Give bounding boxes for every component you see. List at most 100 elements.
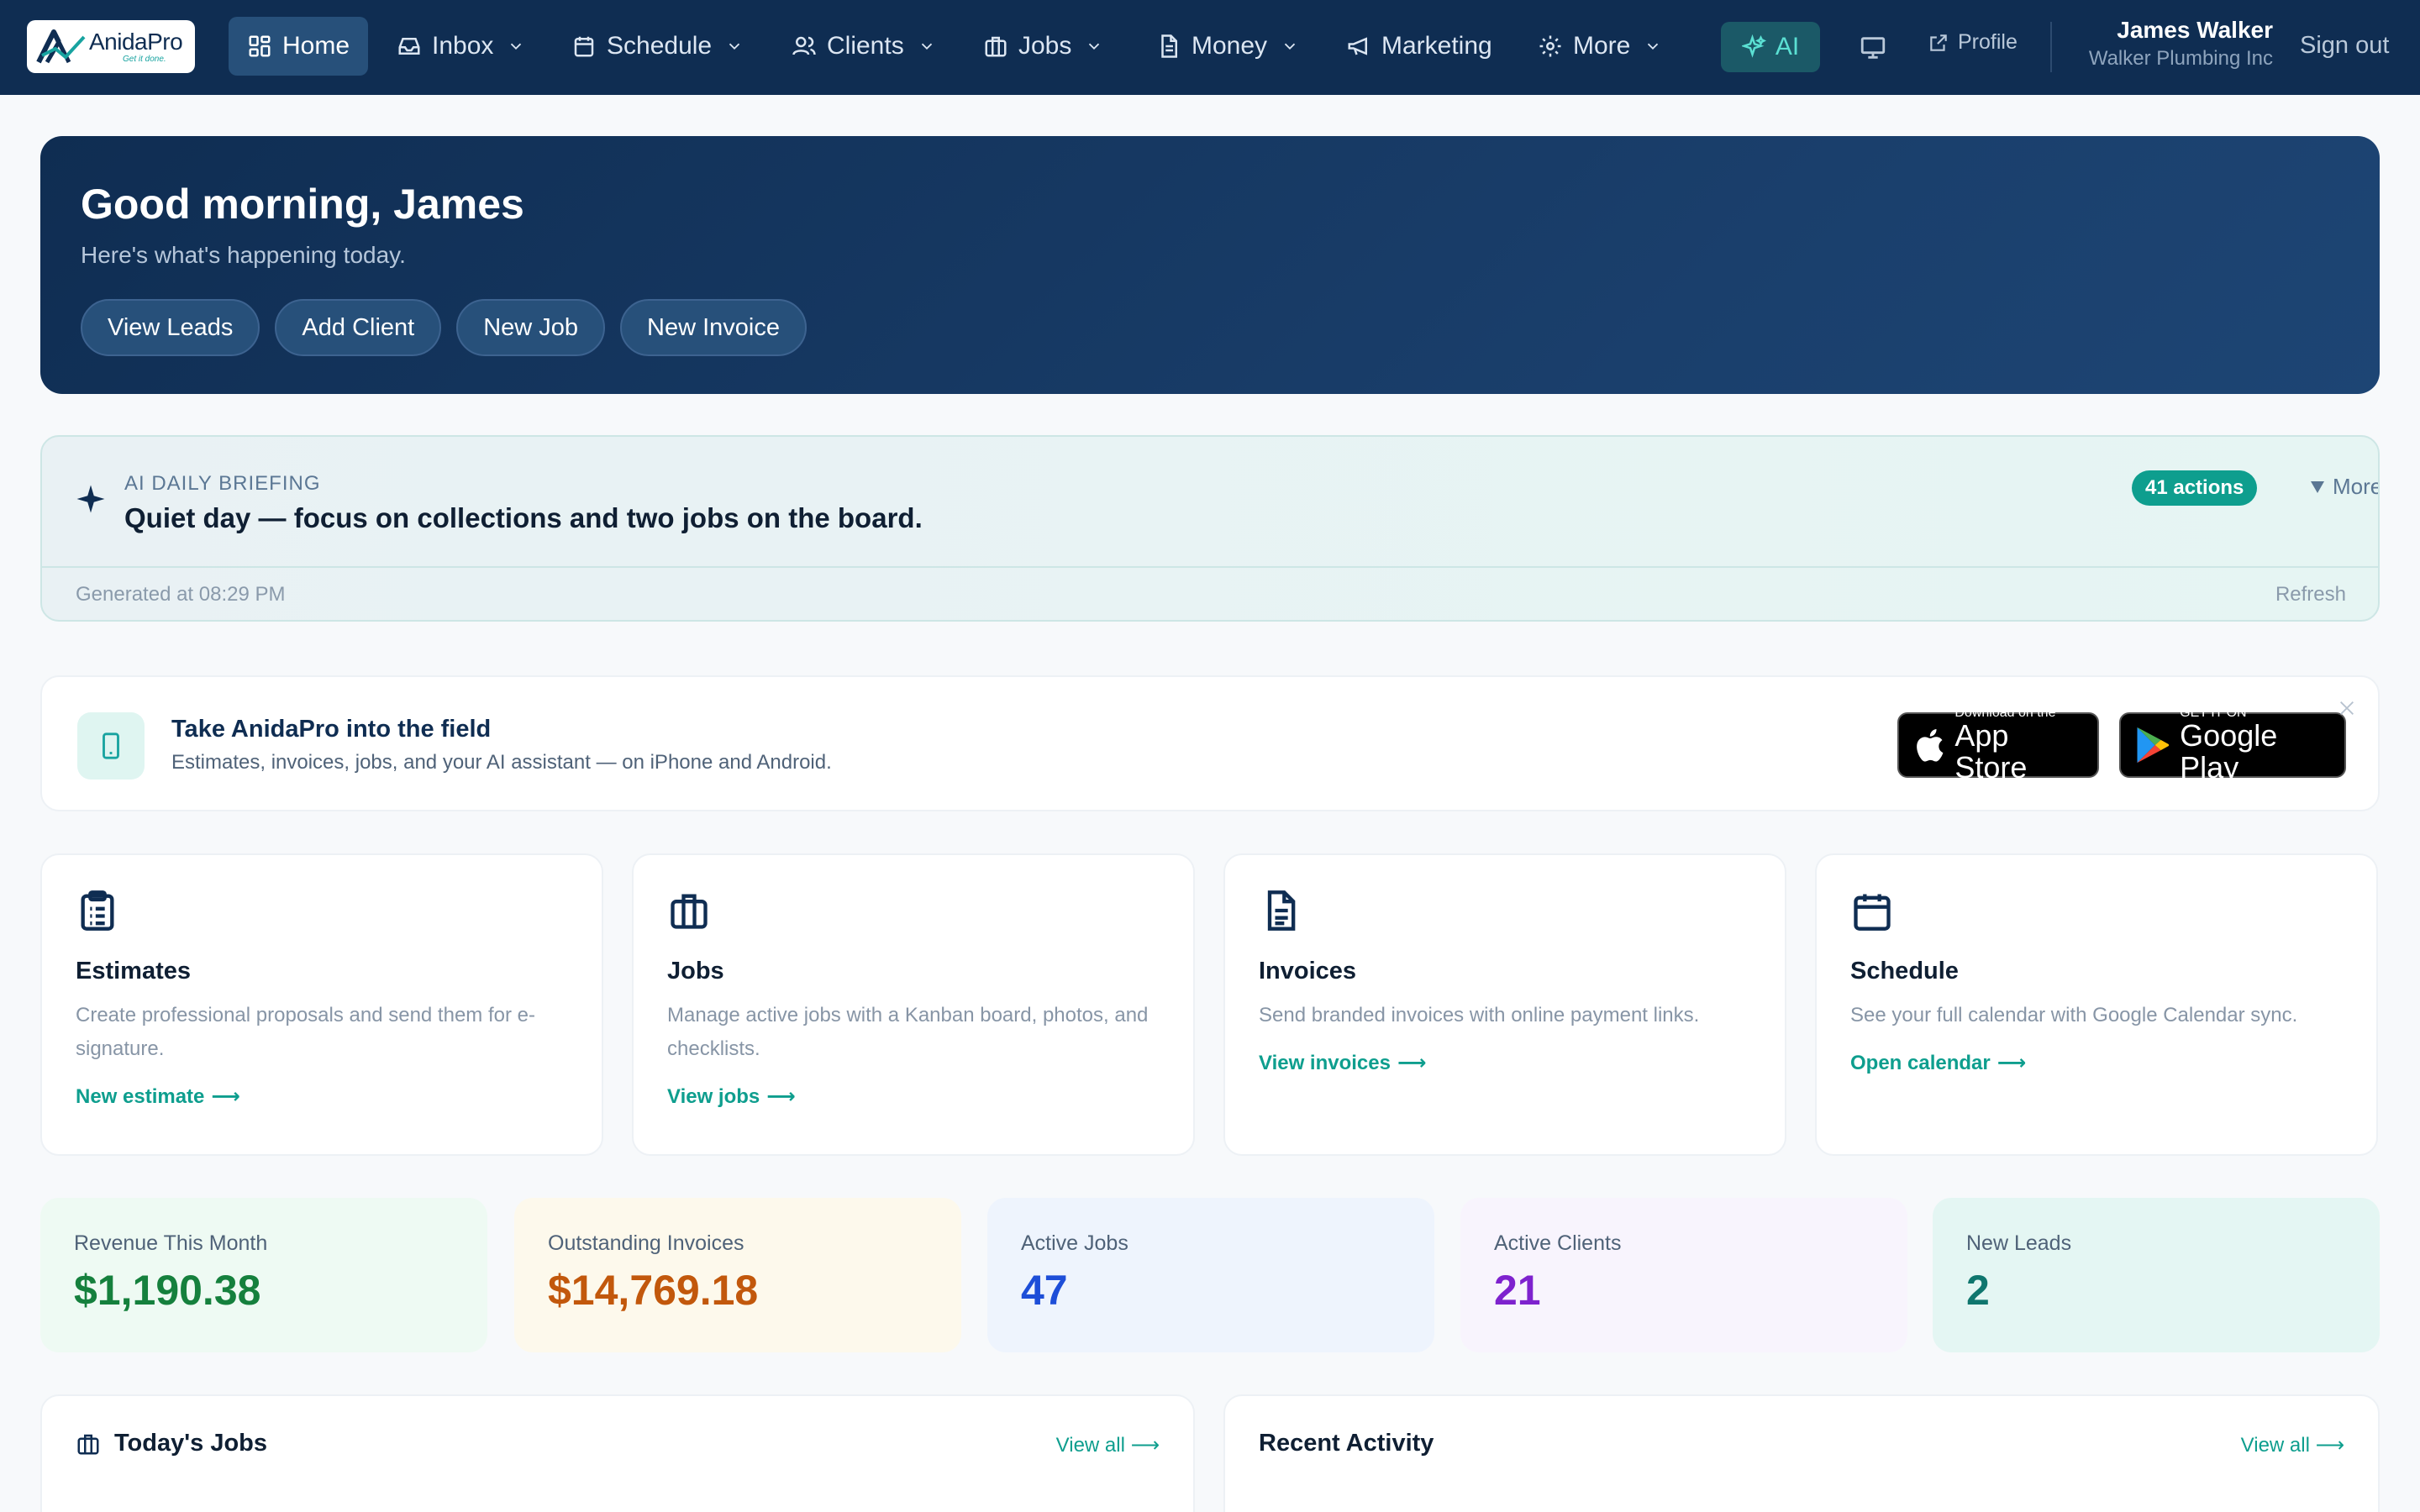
new-invoice-button[interactable]: New Invoice [620, 299, 808, 356]
ai-daily-briefing: AI DAILY BRIEFING Quiet day — focus on c… [40, 435, 2380, 622]
brand-name: AnidaPro [89, 28, 183, 55]
chevron-down-icon [921, 43, 932, 50]
briefcase-icon [77, 1434, 99, 1454]
nav-more-label: More [1573, 32, 1631, 60]
feature-description: Manage active jobs with a Kanban board, … [667, 1004, 1149, 1060]
view-all-activity-link[interactable]: View all ⟶ [2241, 1433, 2344, 1457]
calendar-icon [1850, 889, 1894, 932]
nav-money-label: Money [1192, 32, 1268, 60]
view-invoices-link[interactable]: View invoices ⟶ [1259, 1051, 1751, 1075]
briefing-refresh-button[interactable]: Refresh [2275, 583, 2346, 606]
stat-new-leads[interactable]: New Leads 2 [1933, 1198, 2380, 1352]
close-icon[interactable] [2338, 699, 2356, 717]
google-play-big-text: Google Play [2180, 718, 2278, 785]
view-all-label: View all [2240, 1434, 2310, 1457]
stat-label: Revenue This Month [74, 1231, 268, 1255]
nav-home[interactable]: Home [229, 17, 369, 76]
feature-link-label: View jobs [667, 1084, 760, 1108]
view-leads-button[interactable]: View Leads [81, 299, 260, 356]
stat-active-jobs[interactable]: Active Jobs 47 [987, 1198, 1434, 1352]
google-play-icon [2137, 727, 2170, 764]
document-icon [1161, 34, 1177, 58]
google-play-button[interactable]: GET IT ON Google Play [2119, 706, 2346, 783]
open-calendar-link[interactable]: Open calendar ⟶ [1850, 1051, 2343, 1075]
nav-schedule[interactable]: Schedule [553, 17, 762, 76]
stat-value: $14,769.18 [548, 1267, 759, 1314]
chevron-down-icon [1284, 43, 1296, 50]
nav-divider [2050, 22, 2052, 72]
arrow-right-icon: ⟶ [2315, 1434, 2344, 1457]
brand-tagline: Get it done. [123, 54, 166, 64]
view-jobs-link[interactable]: View jobs ⟶ [667, 1084, 1160, 1109]
arrow-right-icon: ⟶ [1397, 1052, 1427, 1074]
add-client-button[interactable]: Add Client [275, 299, 442, 356]
stat-label: New Leads [1966, 1231, 2072, 1255]
stat-outstanding-invoices[interactable]: Outstanding Invoices $14,769.18 [514, 1198, 961, 1352]
panel-title: Today's Jobs [114, 1430, 268, 1457]
feature-title: Schedule [1850, 958, 1959, 984]
panel-title: Recent Activity [1259, 1430, 1434, 1457]
feature-card-invoices: Invoices Send branded invoices with onli… [1223, 853, 1786, 1156]
stat-value: 47 [1021, 1267, 1068, 1314]
nav-clients[interactable]: Clients [773, 17, 955, 76]
sparkle-icon [76, 485, 105, 513]
new-job-button[interactable]: New Job [456, 299, 606, 356]
gear-icon [1539, 35, 1561, 57]
nav-inbox-label: Inbox [432, 32, 494, 60]
stat-label: Active Jobs [1021, 1231, 1128, 1255]
profile-link[interactable]: Profile [1928, 30, 2018, 55]
user-info: James Walker Walker Plumbing Inc [2089, 17, 2273, 71]
feature-description: See your full calendar with Google Calen… [1850, 1004, 2298, 1026]
clipboard-list-icon [76, 889, 119, 932]
caret-down-icon [2311, 480, 2324, 493]
feature-card-estimates: Estimates Create professional proposals … [40, 853, 603, 1156]
briefcase-icon [667, 889, 711, 932]
ai-button[interactable]: AI [1721, 22, 1820, 72]
feature-link-label: Open calendar [1850, 1051, 1991, 1074]
nav-marketing[interactable]: Marketing [1328, 17, 1511, 76]
top-navigation: AnidaPro Get it done. Home Inbox Schedul… [0, 0, 2420, 95]
stat-revenue-month[interactable]: Revenue This Month $1,190.38 [40, 1198, 487, 1352]
nav-money[interactable]: Money [1138, 17, 1318, 76]
stat-value: 2 [1966, 1267, 1990, 1314]
new-estimate-link[interactable]: New estimate ⟶ [76, 1084, 568, 1109]
app-store-button[interactable]: Download on the App Store [1897, 706, 2099, 783]
feature-title: Jobs [667, 958, 724, 984]
chevron-down-icon [511, 43, 522, 50]
brand-logo[interactable]: AnidaPro Get it done. [27, 20, 195, 73]
logo-mark-icon [36, 29, 86, 63]
panel-header: Today's Jobs [76, 1430, 267, 1457]
feature-description: Send branded invoices with online paymen… [1259, 1004, 1700, 1026]
nav-clients-label: Clients [827, 32, 904, 60]
briefing-body: AI DAILY BRIEFING Quiet day — focus on c… [42, 437, 2378, 566]
stat-value: 21 [1494, 1267, 1541, 1314]
briefing-more-toggle[interactable]: More [2311, 474, 2380, 500]
briefing-footer: Generated at 08:29 PM Refresh [42, 566, 2378, 620]
profile-label: Profile [1958, 30, 2018, 54]
chevron-down-icon [729, 43, 740, 50]
nav-jobs[interactable]: Jobs [965, 17, 1122, 76]
arrow-right-icon: ⟶ [1130, 1434, 1160, 1457]
view-all-jobs-link[interactable]: View all ⟶ [1056, 1433, 1160, 1457]
feature-title: Invoices [1259, 958, 1357, 984]
todays-jobs-panel: Today's Jobs View all ⟶ [40, 1394, 1195, 1512]
stat-active-clients[interactable]: Active Clients 21 [1460, 1198, 1907, 1352]
feature-link-label: New estimate [76, 1084, 205, 1108]
signout-button[interactable]: Sign out [2300, 32, 2389, 60]
greeting-title: Good morning, James [81, 181, 524, 228]
megaphone-icon [1348, 37, 1367, 55]
sparkles-icon [1741, 34, 1766, 58]
arrow-right-icon: ⟶ [211, 1085, 240, 1108]
briefing-headline: Quiet day — focus on collections and two… [124, 502, 923, 533]
promo-icon-tile [77, 712, 145, 780]
actions-badge[interactable]: 41 actions [2132, 470, 2258, 506]
calendar-icon [574, 36, 594, 57]
external-link-icon [1930, 34, 1947, 51]
smartphone-icon [103, 732, 119, 759]
nav-inbox[interactable]: Inbox [378, 17, 544, 76]
monitor-icon[interactable] [1859, 34, 1887, 62]
briefing-more-label: More [2333, 474, 2380, 499]
nav-more[interactable]: More [1519, 17, 1681, 76]
arrow-right-icon: ⟶ [1996, 1052, 2027, 1074]
user-company: Walker Plumbing Inc [2088, 47, 2273, 70]
